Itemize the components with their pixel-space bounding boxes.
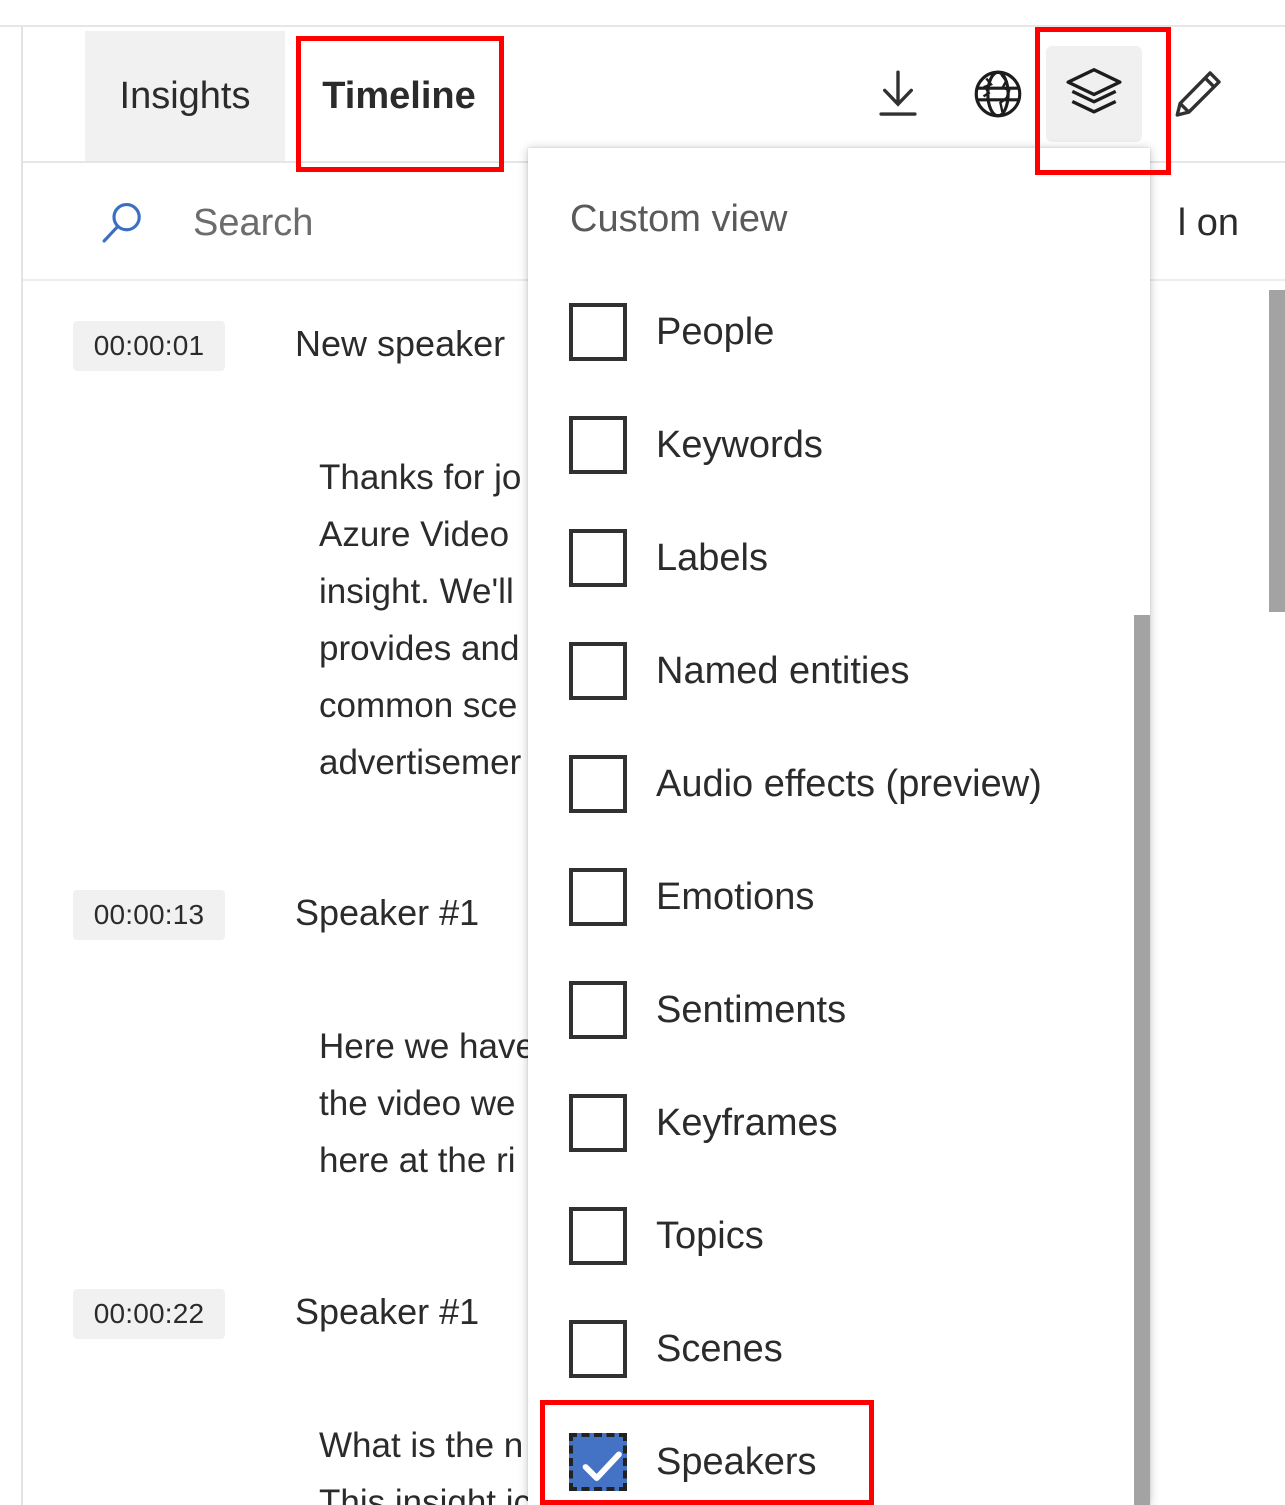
custom-view-option-named-entities[interactable]: Named entities (528, 624, 1150, 724)
option-label: Sentiments (656, 989, 847, 1031)
download-button[interactable] (850, 46, 946, 142)
checkbox-audio-effects[interactable] (569, 755, 627, 813)
custom-view-option-people[interactable]: People (528, 285, 1150, 385)
search-icon (96, 196, 150, 250)
speaker-name: New speaker (295, 323, 506, 364)
search-row-trailing-text: l on (1177, 202, 1239, 244)
checkmark-icon (582, 1451, 622, 1481)
tab-timeline[interactable]: Timeline (299, 31, 499, 161)
speaker-name: Speaker #1 (295, 892, 480, 933)
checkbox-labels[interactable] (569, 529, 627, 587)
custom-view-option-keyframes[interactable]: Keyframes (528, 1076, 1150, 1176)
tab-insights[interactable]: Insights (85, 31, 285, 161)
custom-view-option-sentiments[interactable]: Sentiments (528, 963, 1150, 1063)
custom-view-option-topics[interactable]: Topics (528, 1189, 1150, 1289)
option-label: Keywords (656, 424, 823, 466)
search-input[interactable]: Search (193, 191, 313, 255)
checkbox-sentiments[interactable] (569, 981, 627, 1039)
checkbox-keyframes[interactable] (569, 1094, 627, 1152)
checkbox-emotions[interactable] (569, 868, 627, 926)
custom-view-dropdown: Custom view People Keywords Labels Named… (528, 148, 1150, 1505)
custom-view-option-emotions[interactable]: Emotions (528, 850, 1150, 950)
checkbox-named-entities[interactable] (569, 642, 627, 700)
timeline-toolbar (850, 30, 1270, 158)
option-label: Named entities (656, 650, 910, 692)
speaker-name: Speaker #1 (295, 1291, 480, 1332)
translate-button[interactable] (950, 46, 1046, 142)
layers-icon (1063, 63, 1125, 125)
option-label: Scenes (656, 1328, 783, 1370)
checkbox-speakers[interactable] (569, 1433, 627, 1491)
timestamp-chip[interactable]: 00:00:22 (73, 1289, 225, 1339)
video-indexer-timeline-pane: Insights Timeline Search l on 00:00:01 N… (0, 0, 1285, 1505)
custom-view-title: Custom view (570, 198, 788, 240)
custom-view-layers-button[interactable] (1046, 46, 1142, 142)
pencil-icon (1169, 65, 1227, 123)
option-label: Keyframes (656, 1102, 838, 1144)
checkbox-keywords[interactable] (569, 416, 627, 474)
option-label: Audio effects (preview) (656, 763, 1042, 805)
dropdown-scrollbar-thumb[interactable] (1134, 615, 1150, 1505)
page-scrollbar-thumb[interactable] (1269, 290, 1285, 612)
edit-button[interactable] (1150, 46, 1246, 142)
checkbox-topics[interactable] (569, 1207, 627, 1265)
option-label: People (656, 311, 775, 353)
custom-view-option-speakers[interactable]: Speakers (528, 1415, 1150, 1505)
globe-icon (969, 65, 1027, 123)
option-label: Speakers (656, 1441, 817, 1483)
custom-view-option-audio-effects[interactable]: Audio effects (preview) (528, 737, 1150, 837)
timestamp-chip[interactable]: 00:00:13 (73, 890, 225, 940)
option-label: Emotions (656, 876, 815, 918)
checkbox-people[interactable] (569, 303, 627, 361)
download-icon (869, 65, 927, 123)
timestamp-chip[interactable]: 00:00:01 (73, 321, 225, 371)
custom-view-option-labels[interactable]: Labels (528, 511, 1150, 611)
checkbox-scenes[interactable] (569, 1320, 627, 1378)
option-label: Labels (656, 537, 768, 579)
option-label: Topics (656, 1215, 764, 1257)
custom-view-option-scenes[interactable]: Scenes (528, 1302, 1150, 1402)
custom-view-option-keywords[interactable]: Keywords (528, 398, 1150, 498)
